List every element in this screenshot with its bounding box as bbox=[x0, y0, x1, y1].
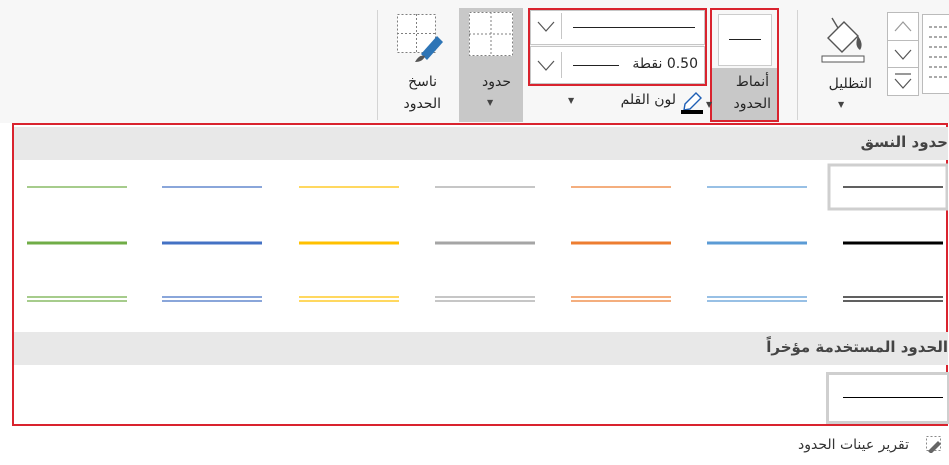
borders-dropdown-caret[interactable]: ▼ bbox=[487, 98, 493, 107]
gallery-more-icon[interactable] bbox=[888, 67, 918, 95]
gallery-scroll-controls bbox=[887, 12, 919, 96]
borders-button[interactable]: حدود ▼ bbox=[459, 8, 523, 122]
shading-button[interactable]: التظليل ▼ bbox=[808, 10, 878, 120]
ribbon: التظليل ▼ أنماط الحدود ▼ 0.50 نقطة لون ا bbox=[0, 0, 949, 123]
border-styles-gallery: حدود النسق الحدود المستخدمة مؤخراً bbox=[12, 123, 949, 426]
pen-weight-value: 0.50 نقطة bbox=[632, 56, 698, 72]
border-styles-button[interactable]: أنماط الحدود ▼ bbox=[706, 10, 777, 120]
border-sampler-icon[interactable] bbox=[925, 435, 943, 453]
pen-style-chevron-icon[interactable] bbox=[531, 13, 562, 39]
table-style-thumbnail-icon bbox=[929, 26, 949, 78]
border-swatch-double-3[interactable] bbox=[299, 296, 399, 302]
border-painter-icon bbox=[397, 14, 443, 62]
border-swatch-double-6[interactable] bbox=[707, 296, 807, 302]
border-style-preview-icon bbox=[718, 14, 772, 66]
paint-bucket-icon bbox=[821, 17, 865, 63]
border-styles-label-line2: الحدود bbox=[733, 96, 771, 112]
shading-dropdown-caret[interactable]: ▼ bbox=[838, 100, 844, 109]
theme-borders-header: حدود النسق bbox=[14, 127, 948, 160]
pen-style-line-preview bbox=[573, 27, 695, 28]
shading-label: التظليل bbox=[828, 76, 872, 92]
border-styles-label-line1: أنماط bbox=[735, 74, 769, 90]
pen-style-dropdown[interactable] bbox=[530, 10, 705, 45]
border-swatch-double-7[interactable] bbox=[843, 296, 943, 302]
pen-weight-dropdown[interactable]: 0.50 نقطة bbox=[530, 46, 705, 84]
group-separator bbox=[797, 10, 798, 120]
border-sampler-label[interactable]: تقرير عينات الحدود bbox=[798, 437, 909, 453]
theme-border-swatches bbox=[27, 163, 948, 302]
border-painter-button[interactable]: ناسخ الحدود bbox=[385, 10, 455, 120]
border-swatch-double-2[interactable] bbox=[162, 296, 262, 302]
border-styles-dropdown-caret[interactable]: ▼ bbox=[706, 100, 712, 109]
pen-color-dropdown-caret[interactable]: ▼ bbox=[568, 96, 574, 105]
border-swatch-double-1[interactable] bbox=[27, 296, 127, 302]
recent-border-thin-black[interactable] bbox=[826, 372, 949, 424]
borders-grid-icon bbox=[469, 12, 513, 56]
theme-borders-title: حدود النسق bbox=[860, 133, 948, 151]
border-swatch-double-5[interactable] bbox=[571, 296, 671, 302]
borders-label: حدود bbox=[482, 74, 511, 90]
border-painter-label-line1: ناسخ bbox=[408, 74, 437, 90]
border-painter-label-line2: الحدود bbox=[403, 96, 441, 112]
gallery-scroll-down-icon[interactable] bbox=[888, 40, 918, 68]
pen-weight-line-preview bbox=[573, 65, 619, 66]
gallery-scroll-up-icon[interactable] bbox=[888, 13, 918, 40]
recent-borders-header: الحدود المستخدمة مؤخراً bbox=[14, 332, 948, 365]
table-styles-gallery[interactable] bbox=[922, 14, 949, 94]
pen-color-label: لون القلم bbox=[620, 92, 676, 108]
recent-borders-title: الحدود المستخدمة مؤخراً bbox=[766, 338, 948, 356]
pen-color-icon bbox=[681, 92, 703, 114]
group-separator-left bbox=[377, 10, 378, 120]
pen-weight-chevron-icon[interactable] bbox=[531, 52, 562, 78]
pen-color-button[interactable]: لون القلم ▼ bbox=[568, 90, 706, 116]
border-swatch-double-4[interactable] bbox=[435, 296, 535, 302]
